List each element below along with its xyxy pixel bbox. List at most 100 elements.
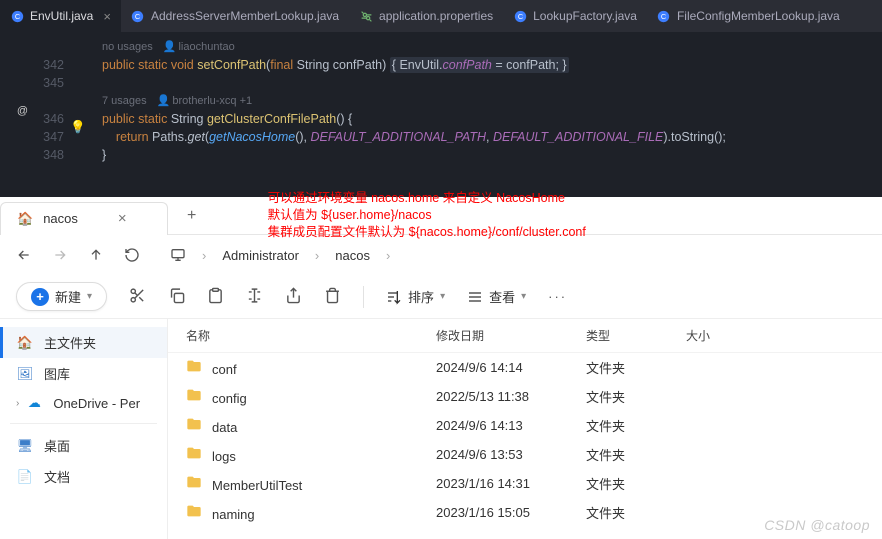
sidebar-item-desktop[interactable]: 🖥桌面 [0, 430, 167, 461]
tab-label: LookupFactory.java [533, 9, 637, 23]
sidebar-item-gallery[interactable]: 🖼图库 [0, 358, 167, 389]
table-row[interactable]: logs2024/9/6 13:53文件夹 [168, 440, 882, 469]
up-icon[interactable] [88, 247, 104, 263]
file-list-header[interactable]: 名称 修改日期 类型 大小 [168, 319, 882, 353]
svg-text:C: C [517, 11, 522, 20]
explorer-tabs: 🏠 nacos × + 可以通过环境变量 nacos.home 来自定义 Nac… [0, 197, 882, 235]
nav-bar: › Administrator › nacos › [0, 235, 882, 275]
cut-icon[interactable] [129, 287, 146, 307]
file-name: config [212, 391, 247, 406]
crumb-nacos[interactable]: nacos [335, 248, 370, 263]
folder-icon [186, 503, 202, 519]
file-type: 文件夹 [586, 358, 686, 377]
svg-text:C: C [135, 11, 140, 20]
line-number: 348 [0, 146, 64, 164]
sidebar-item-docs[interactable]: 📄文档 [0, 461, 167, 492]
share-icon[interactable] [285, 287, 302, 307]
explorer-toolbar: +新建▾ 排序▾ 查看▾ ··· [0, 275, 882, 319]
editor-tab[interactable]: C EnvUtil.java × [0, 0, 121, 32]
file-date: 2024/9/6 14:13 [436, 418, 586, 433]
add-tab-button[interactable]: + [176, 207, 208, 225]
code-line-347: return Paths.get(getNacosHome(), DEFAULT… [102, 128, 882, 146]
file-date: 2023/1/16 14:31 [436, 476, 586, 491]
desktop-icon: 🖥 [16, 438, 34, 454]
explorer-body: 🏠主文件夹 🖼图库 ›☁OneDrive - Per 🖥桌面 📄文档 名称 修改… [0, 319, 882, 539]
home-icon: 🏠 [17, 211, 33, 227]
tab-label: application.properties [379, 9, 493, 23]
breadcrumb[interactable]: › Administrator › nacos › [170, 247, 390, 263]
file-name: logs [212, 449, 236, 464]
editor-tab[interactable]: application.properties [349, 0, 503, 32]
col-name[interactable]: 名称 [186, 327, 436, 344]
delete-icon[interactable] [324, 287, 341, 307]
gutter: @ 💡 342345346347348 [0, 32, 72, 197]
tab-label: AddressServerMemberLookup.java [151, 9, 339, 23]
close-icon[interactable]: × [103, 9, 111, 24]
line-number: 347 [0, 128, 64, 146]
gallery-icon: 🖼 [16, 366, 34, 382]
file-name: conf [212, 362, 237, 377]
tab-label: FileConfigMemberLookup.java [677, 9, 840, 23]
svg-text:C: C [661, 11, 666, 20]
file-type: 文件夹 [586, 503, 686, 522]
tab-label: nacos [43, 211, 78, 226]
class-icon: C [10, 9, 24, 23]
line-number [0, 38, 64, 56]
rename-icon[interactable] [246, 287, 263, 307]
code-line-348: } [102, 146, 882, 164]
line-number: 346 [0, 110, 64, 128]
file-type: 文件夹 [586, 416, 686, 435]
chevron-right-icon[interactable]: › [16, 398, 19, 409]
svg-text:C: C [14, 11, 19, 20]
monitor-icon[interactable] [170, 247, 186, 263]
sort-button[interactable]: 排序▾ [386, 287, 445, 306]
file-name: naming [212, 507, 255, 522]
editor-tab[interactable]: C FileConfigMemberLookup.java [647, 0, 850, 32]
class-icon: C [513, 9, 527, 23]
table-row[interactable]: config2022/5/13 11:38文件夹 [168, 382, 882, 411]
editor-tab[interactable]: C LookupFactory.java [503, 0, 647, 32]
line-number [0, 92, 64, 110]
sidebar: 🏠主文件夹 🖼图库 ›☁OneDrive - Per 🖥桌面 📄文档 [0, 319, 168, 539]
ide-pane: C EnvUtil.java × C AddressServerMemberLookup… [0, 0, 882, 197]
sidebar-item-onedrive[interactable]: ›☁OneDrive - Per [0, 389, 167, 417]
col-date[interactable]: 修改日期 [436, 327, 586, 344]
cloud-icon: ☁ [25, 395, 43, 411]
file-date: 2024/9/6 13:53 [436, 447, 586, 462]
folder-icon [186, 387, 202, 403]
file-list: 名称 修改日期 类型 大小 conf2024/9/6 14:14文件夹confi… [168, 319, 882, 539]
back-icon[interactable] [16, 247, 32, 263]
sidebar-item-home[interactable]: 🏠主文件夹 [0, 327, 167, 358]
crumb-admin[interactable]: Administrator [222, 248, 299, 263]
line-number: 345 [0, 74, 64, 92]
copy-icon[interactable] [168, 287, 185, 307]
more-button[interactable]: ··· [548, 289, 567, 304]
view-button[interactable]: 查看▾ [467, 287, 526, 306]
table-row[interactable]: data2024/9/6 14:13文件夹 [168, 411, 882, 440]
class-icon: C [657, 9, 671, 23]
table-row[interactable]: MemberUtilTest2023/1/16 14:31文件夹 [168, 469, 882, 498]
line-number: 342 [0, 56, 64, 74]
col-type[interactable]: 类型 [586, 327, 686, 344]
table-row[interactable]: conf2024/9/6 14:14文件夹 [168, 353, 882, 382]
gear-icon [359, 9, 373, 23]
editor-tab[interactable]: C AddressServerMemberLookup.java [121, 0, 349, 32]
new-button[interactable]: +新建▾ [16, 282, 107, 311]
tab-label: EnvUtil.java [30, 9, 93, 23]
watermark: CSDN @catoop [764, 517, 870, 533]
chevron-right-icon: › [315, 248, 319, 263]
close-icon[interactable]: × [118, 210, 127, 227]
file-name: MemberUtilTest [212, 478, 302, 493]
annotation-text: 可以通过环境变量 nacos.home 来自定义 NacosHome 默认值为 … [208, 190, 882, 241]
paste-icon[interactable] [207, 287, 224, 307]
folder-icon [186, 474, 202, 490]
file-date: 2023/1/16 15:05 [436, 505, 586, 520]
folder-icon [186, 358, 202, 374]
refresh-icon[interactable] [124, 247, 140, 263]
separator [10, 423, 157, 424]
col-size[interactable]: 大小 [686, 327, 766, 344]
explorer-tab-nacos[interactable]: 🏠 nacos × [0, 202, 168, 235]
chevron-right-icon: › [202, 248, 206, 263]
gutter-at-icon: @ [17, 102, 28, 120]
code-area[interactable]: no usages👤liaochuntao public static void… [72, 32, 882, 197]
